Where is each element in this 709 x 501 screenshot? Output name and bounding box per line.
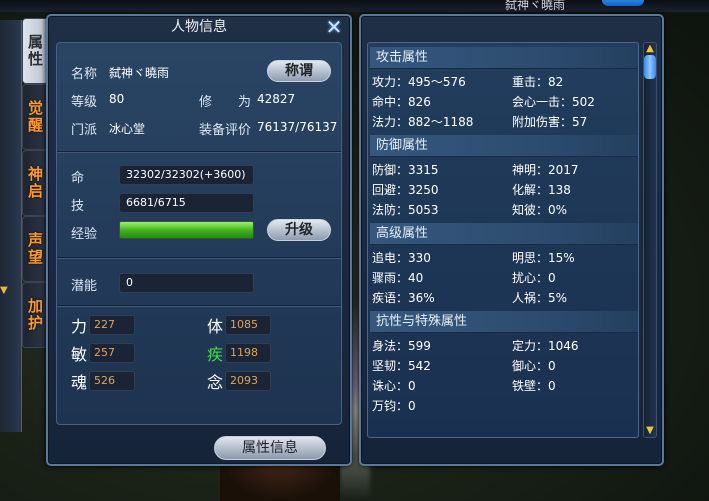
strength-label: 力: [71, 317, 88, 336]
section-header: 攻击属性: [370, 47, 638, 69]
background-top-button[interactable]: [602, 0, 644, 6]
attribute-entry: 追电：330: [372, 251, 431, 265]
tab-blessing[interactable]: 加护: [22, 282, 48, 348]
character-info-body: 名称 弑神ヾ曉雨 称谓 等级 80 修 为 42827 门派 冰心堂 装备评价 …: [56, 42, 342, 425]
attribute-entry: 附加伤害：57: [512, 115, 588, 129]
speed-label: 疾: [207, 345, 224, 364]
faction-value: 冰心堂: [109, 122, 146, 136]
attribute-entry: 化解：138: [512, 183, 571, 197]
attribute-entry: 攻力：495～576: [372, 75, 466, 89]
attribute-entry: 铁壁：0: [512, 379, 556, 393]
character-info-panel: 人物信息 ✕ 名称 弑神ヾ曉雨 称谓 等级 80 修 为 42827 门派 冰心…: [46, 14, 352, 466]
side-tab-bar: 属性 觉醒 神启 声望 加护: [22, 18, 48, 348]
divider: [57, 151, 341, 153]
attribute-detail-panel: 攻击属性攻力：495～576 重击：82 命中：826 会心一击：502 法力：882～…: [359, 14, 664, 466]
divider: [57, 257, 341, 259]
attribute-entry: 神明：2017: [512, 163, 579, 177]
level-value: 80: [109, 92, 125, 106]
triangle-down-icon[interactable]: ▼: [0, 285, 10, 296]
attribute-info-button[interactable]: 属性信息: [214, 436, 326, 460]
speed-value: 1198: [225, 343, 271, 363]
tab-awakening[interactable]: 觉醒: [22, 84, 48, 150]
mp-field: 6681/6715: [119, 193, 254, 213]
close-icon[interactable]: ✕: [324, 17, 344, 37]
scroll-thumb[interactable]: [644, 55, 656, 79]
soul-label: 魂: [71, 373, 88, 392]
title-button[interactable]: 称谓: [267, 60, 331, 82]
divider: [57, 305, 341, 307]
constitution-label: 体: [207, 317, 224, 336]
background-left-panel: [0, 20, 22, 432]
attribute-entry: 御心：0: [512, 359, 556, 373]
potential-label: 潜能: [71, 279, 98, 294]
section-header: 高级属性: [370, 223, 638, 245]
attribute-entry: 疾语：36%: [372, 291, 435, 305]
attribute-entry: 人祸：5%: [512, 291, 568, 305]
attribute-scrollbar[interactable]: ▲ ▼: [643, 42, 657, 438]
panel-title: 人物信息: [171, 19, 227, 35]
tab-attributes[interactable]: 属性: [22, 18, 48, 84]
attribute-entry: 回避：3250: [372, 183, 439, 197]
cultivation-label: 修 为: [199, 95, 252, 110]
level-label: 等级: [71, 95, 98, 110]
attribute-entry: 法力：882～1188: [372, 115, 474, 129]
cultivation-value: 42827: [257, 92, 296, 106]
tab-reputation[interactable]: 声望: [22, 216, 48, 282]
section-header: 防御属性: [370, 135, 638, 157]
attribute-entry: 坚韧：542: [372, 359, 431, 373]
hp-field: 32302/32302(+3600): [119, 165, 254, 185]
attribute-entry: 诛心：0: [372, 379, 416, 393]
attribute-entry: 命中：826: [372, 95, 431, 109]
hp-label: 命: [71, 171, 85, 186]
faction-label: 门派: [71, 123, 98, 138]
gear-score-value: 76137/76137: [257, 120, 338, 134]
exp-bar-fill: [120, 222, 253, 238]
agility-value: 257: [89, 343, 135, 363]
attribute-entry: 防御：3315: [372, 163, 439, 177]
attribute-entry: 身法：599: [372, 339, 431, 353]
triangle-up-icon[interactable]: ▲: [644, 43, 656, 55]
attribute-entry: 会心一击：502: [512, 95, 595, 109]
attribute-entry: 法防：5053: [372, 203, 439, 217]
potential-field: 0: [119, 273, 254, 293]
attribute-entry: 定力：1046: [512, 339, 579, 353]
attribute-entry: 知彼：0%: [512, 203, 568, 217]
strength-value: 227: [89, 315, 135, 335]
constitution-value: 1085: [225, 315, 271, 335]
mind-value: 2093: [225, 371, 271, 391]
triangle-down-icon[interactable]: ▼: [644, 425, 656, 437]
tab-divine[interactable]: 神启: [22, 150, 48, 216]
gear-score-label: 装备评价: [199, 123, 252, 138]
attribute-entry: 万钧：0: [372, 399, 416, 413]
agility-label: 敏: [71, 345, 88, 364]
attribute-entry: 扰心：0: [512, 271, 556, 285]
exp-bar: [119, 221, 254, 239]
section-header: 抗性与特殊属性: [370, 311, 638, 333]
mind-label: 念: [207, 373, 224, 392]
exp-label: 经验: [71, 227, 98, 242]
mp-label: 技: [71, 199, 85, 214]
soul-value: 526: [89, 371, 135, 391]
attribute-entry: 重击：82: [512, 75, 564, 89]
name-value: 弑神ヾ曉雨: [109, 66, 170, 80]
attribute-entry: 明思：15%: [512, 251, 575, 265]
attribute-list: 攻击属性攻力：495～576 重击：82 命中：826 会心一击：502 法力：882～…: [367, 42, 639, 438]
name-label: 名称: [71, 67, 98, 82]
background-player-label: 弑神ヾ曉雨: [505, 0, 566, 12]
attribute-entry: 骤雨：40: [372, 271, 424, 285]
upgrade-button[interactable]: 升级: [267, 219, 331, 241]
